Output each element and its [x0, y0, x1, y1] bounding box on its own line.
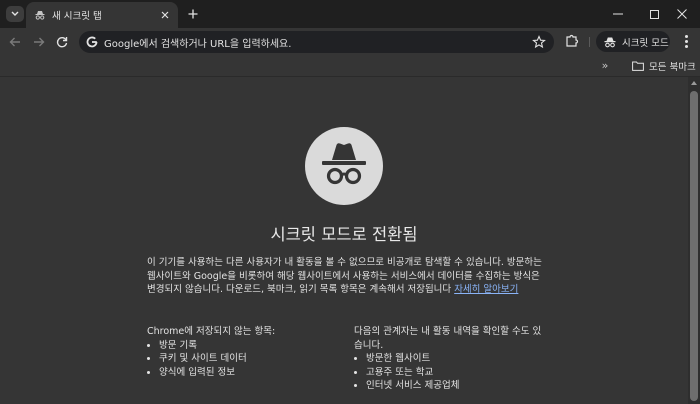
list-item: 방문한 웹사이트	[366, 352, 546, 366]
toolbar-separator	[589, 37, 590, 47]
forward-arrow-icon	[34, 37, 45, 47]
list-item: 양식에 입력된 정보	[159, 366, 337, 380]
new-tab-button[interactable]	[184, 5, 202, 23]
window-close-button[interactable]	[664, 0, 700, 28]
incognito-mode-chip[interactable]: 시크릿 모드	[596, 31, 670, 52]
tab-close-button[interactable]	[158, 8, 172, 22]
list-item: 방문 기록	[159, 339, 337, 353]
plus-icon	[188, 9, 198, 19]
google-g-icon	[86, 36, 98, 48]
reload-icon	[56, 37, 68, 48]
all-bookmarks-button[interactable]: 모든 북마크	[632, 59, 696, 73]
learn-more-link[interactable]: 자세히 알아보기	[454, 284, 518, 295]
tab-search-button[interactable]	[6, 6, 24, 22]
maximize-icon	[649, 9, 659, 19]
omnibox-placeholder[interactable]: Google에서 검색하거나 URL을 입력하세요.	[104, 35, 291, 50]
reload-button[interactable]	[53, 33, 71, 51]
minimize-button[interactable]	[600, 0, 636, 28]
tab-search-icon	[11, 11, 19, 16]
scrollbar-thumb[interactable]	[690, 91, 698, 401]
tab-title: 새 시크릿 탭	[52, 11, 102, 22]
not-saved-title: Chrome에 저장되지 않는 항목:	[147, 326, 276, 337]
list-item: 인터넷 서비스 제공업체	[366, 379, 546, 393]
incognito-mode-label: 시크릿 모드	[622, 37, 669, 49]
list-item: 고용주 또는 학교	[366, 366, 546, 380]
title-bar: 새 시크릿 탭	[0, 0, 700, 28]
may-be-visible-title: 다음의 관계자는 내 활동 내역을 확인할 수도 있습니다.	[354, 326, 542, 351]
incognito-icon	[322, 143, 366, 185]
incognito-description: 이 기기를 사용하는 다른 사용자가 내 활동을 볼 수 없으므로 비공개로 탐…	[147, 256, 545, 297]
all-bookmarks-label: 모든 북마크	[649, 62, 696, 73]
forward-button[interactable]	[30, 33, 48, 51]
page-title: 시크릿 모드로 전환됨	[270, 225, 418, 244]
incognito-icon	[604, 37, 616, 47]
not-saved-section: Chrome에 저장되지 않는 항목: 방문 기록 쿠키 및 사이트 데이터 양…	[147, 325, 337, 379]
star-icon[interactable]	[532, 35, 546, 49]
back-button[interactable]	[6, 33, 24, 51]
more-vert-icon[interactable]	[679, 33, 693, 49]
tab-new-incognito[interactable]: 새 시크릿 탭	[26, 2, 178, 28]
close-icon	[161, 11, 169, 19]
page-scrollbar[interactable]	[688, 77, 700, 404]
extensions-icon[interactable]	[564, 33, 580, 49]
incognito-icon	[35, 11, 45, 20]
scroll-up-arrow-icon[interactable]	[691, 81, 697, 85]
bookmarks-bar: » 모든 북마크	[0, 56, 700, 77]
chevron-double-right-icon[interactable]: »	[598, 59, 612, 73]
list-item: 쿠키 및 사이트 데이터	[159, 352, 337, 366]
folder-icon	[632, 61, 644, 71]
incognito-page: 시크릿 모드로 전환됨 이 기기를 사용하는 다른 사용자가 내 활동을 볼 수…	[0, 77, 688, 404]
minimize-icon	[613, 13, 623, 15]
may-be-visible-section: 다음의 관계자는 내 활동 내역을 확인할 수도 있습니다. 방문한 웹사이트 …	[354, 325, 546, 393]
omnibox[interactable]: Google에서 검색하거나 URL을 입력하세요.	[79, 31, 554, 53]
back-arrow-icon	[9, 37, 20, 47]
window-close-icon	[677, 9, 687, 19]
incognito-logo	[305, 127, 383, 205]
